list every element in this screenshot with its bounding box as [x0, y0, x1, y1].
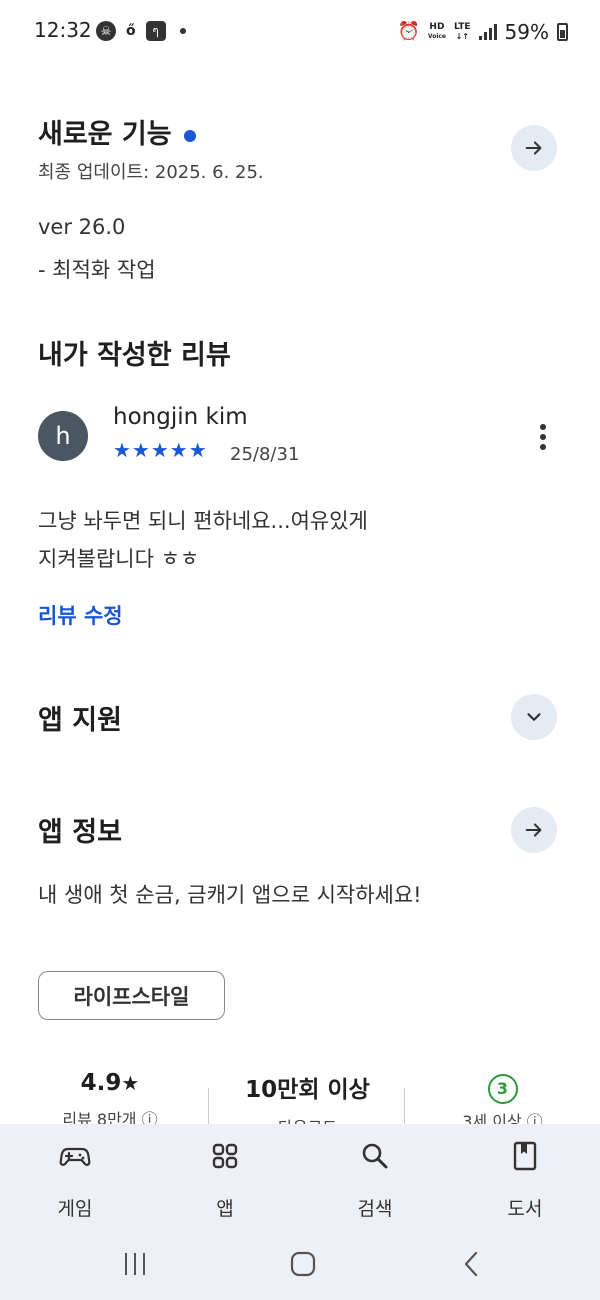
release-note-text: - 최적화 작업 [38, 258, 156, 282]
nav-search-label: 검색 [357, 1198, 393, 1220]
new-indicator-dot [183, 129, 196, 142]
age-rating-badge: 3 [487, 1074, 518, 1104]
rating-stat: 4.9★ 리뷰 8만개 ⓘ [40, 1070, 180, 1130]
skull-notification-icon: ☠ [96, 21, 116, 41]
lte-icon: LTE ↓↑ [454, 22, 471, 42]
category-chip[interactable]: 라이프스타일 [38, 971, 225, 1020]
back-button[interactable] [452, 1244, 492, 1284]
home-button[interactable] [283, 1244, 323, 1284]
apps-grid-icon [212, 1143, 238, 1169]
review-date: 25/8/31 [230, 444, 300, 465]
whats-new-section[interactable]: 새로운 기능 [38, 112, 196, 151]
nav-apps-label: 앱 [216, 1198, 234, 1220]
app-description: 내 생애 첫 순금, 금캐기 앱으로 시작하세요! [38, 883, 422, 907]
whats-new-title: 새로운 기능 [38, 119, 172, 150]
status-system-icons: ⏰ HD Voice LTE ↓↑ 59% [397, 20, 568, 44]
nav-games[interactable]: 게임 [25, 1138, 125, 1221]
status-time: 12:32 [34, 18, 92, 42]
nav-apps[interactable]: 앱 [175, 1138, 275, 1221]
app-info-arrow-button[interactable] [511, 807, 557, 853]
downloads-value: 10만회 이상 [245, 1077, 370, 1103]
star-icon: ★ [121, 1071, 140, 1095]
status-bar: 12:32 ☠ ő ๆ ⏰ HD Voice LTE ↓↑ 59% [0, 0, 600, 64]
app-support-expand-button[interactable] [511, 694, 557, 740]
battery-icon [557, 23, 568, 41]
recent-apps-button[interactable] [115, 1244, 155, 1284]
chevron-down-icon [527, 713, 541, 721]
system-navigation-bar [0, 1236, 600, 1286]
last-updated: 최종 업데이트: 2025. 6. 25. [38, 162, 264, 183]
recent-apps-icon [125, 1253, 145, 1275]
alarm-icon: ⏰ [397, 21, 420, 42]
more-vert-icon [540, 424, 546, 450]
back-chevron-icon [464, 1251, 478, 1277]
review-stars: ★★★★★ [113, 438, 208, 462]
gamepad-icon [59, 1147, 91, 1166]
app-info-title[interactable]: 앱 정보 [38, 810, 122, 849]
nav-games-label: 게임 [57, 1198, 93, 1220]
review-author: hongjin kim [113, 404, 248, 430]
arrow-right-icon [525, 141, 542, 155]
whats-new-arrow-button[interactable] [511, 125, 557, 171]
edit-review-link[interactable]: 리뷰 수정 [38, 600, 123, 630]
calendar-notification-icon: ๆ [145, 21, 166, 41]
nav-books-label: 도서 [507, 1198, 543, 1220]
arrow-right-icon [525, 823, 542, 837]
nav-books[interactable]: 도서 [475, 1138, 575, 1221]
book-icon [513, 1141, 537, 1171]
status-notification-icons: ☠ ő ๆ [96, 21, 186, 41]
signal-icon [478, 24, 497, 40]
hd-voice-icon: HD Voice [427, 22, 446, 41]
battery-percentage: 59% [504, 20, 549, 44]
more-notifications-icon [179, 28, 186, 34]
version-text: ver 26.0 [38, 215, 126, 239]
home-icon [290, 1251, 316, 1277]
rating-value: 4.9 [80, 1070, 122, 1096]
app-support-title[interactable]: 앱 지원 [38, 698, 122, 737]
review-text-line2: 지켜볼랍니다 ㅎㅎ [38, 547, 200, 571]
my-review-title: 내가 작성한 리뷰 [38, 340, 231, 371]
avatar: h [38, 411, 88, 461]
review-text-line1: 그냥 놔두면 되니 편하네요...여유있게 [38, 509, 368, 533]
review-more-button[interactable] [528, 420, 558, 454]
search-icon [362, 1143, 388, 1169]
nav-search[interactable]: 검색 [325, 1138, 425, 1221]
app-notification-icon: ő [126, 23, 136, 39]
